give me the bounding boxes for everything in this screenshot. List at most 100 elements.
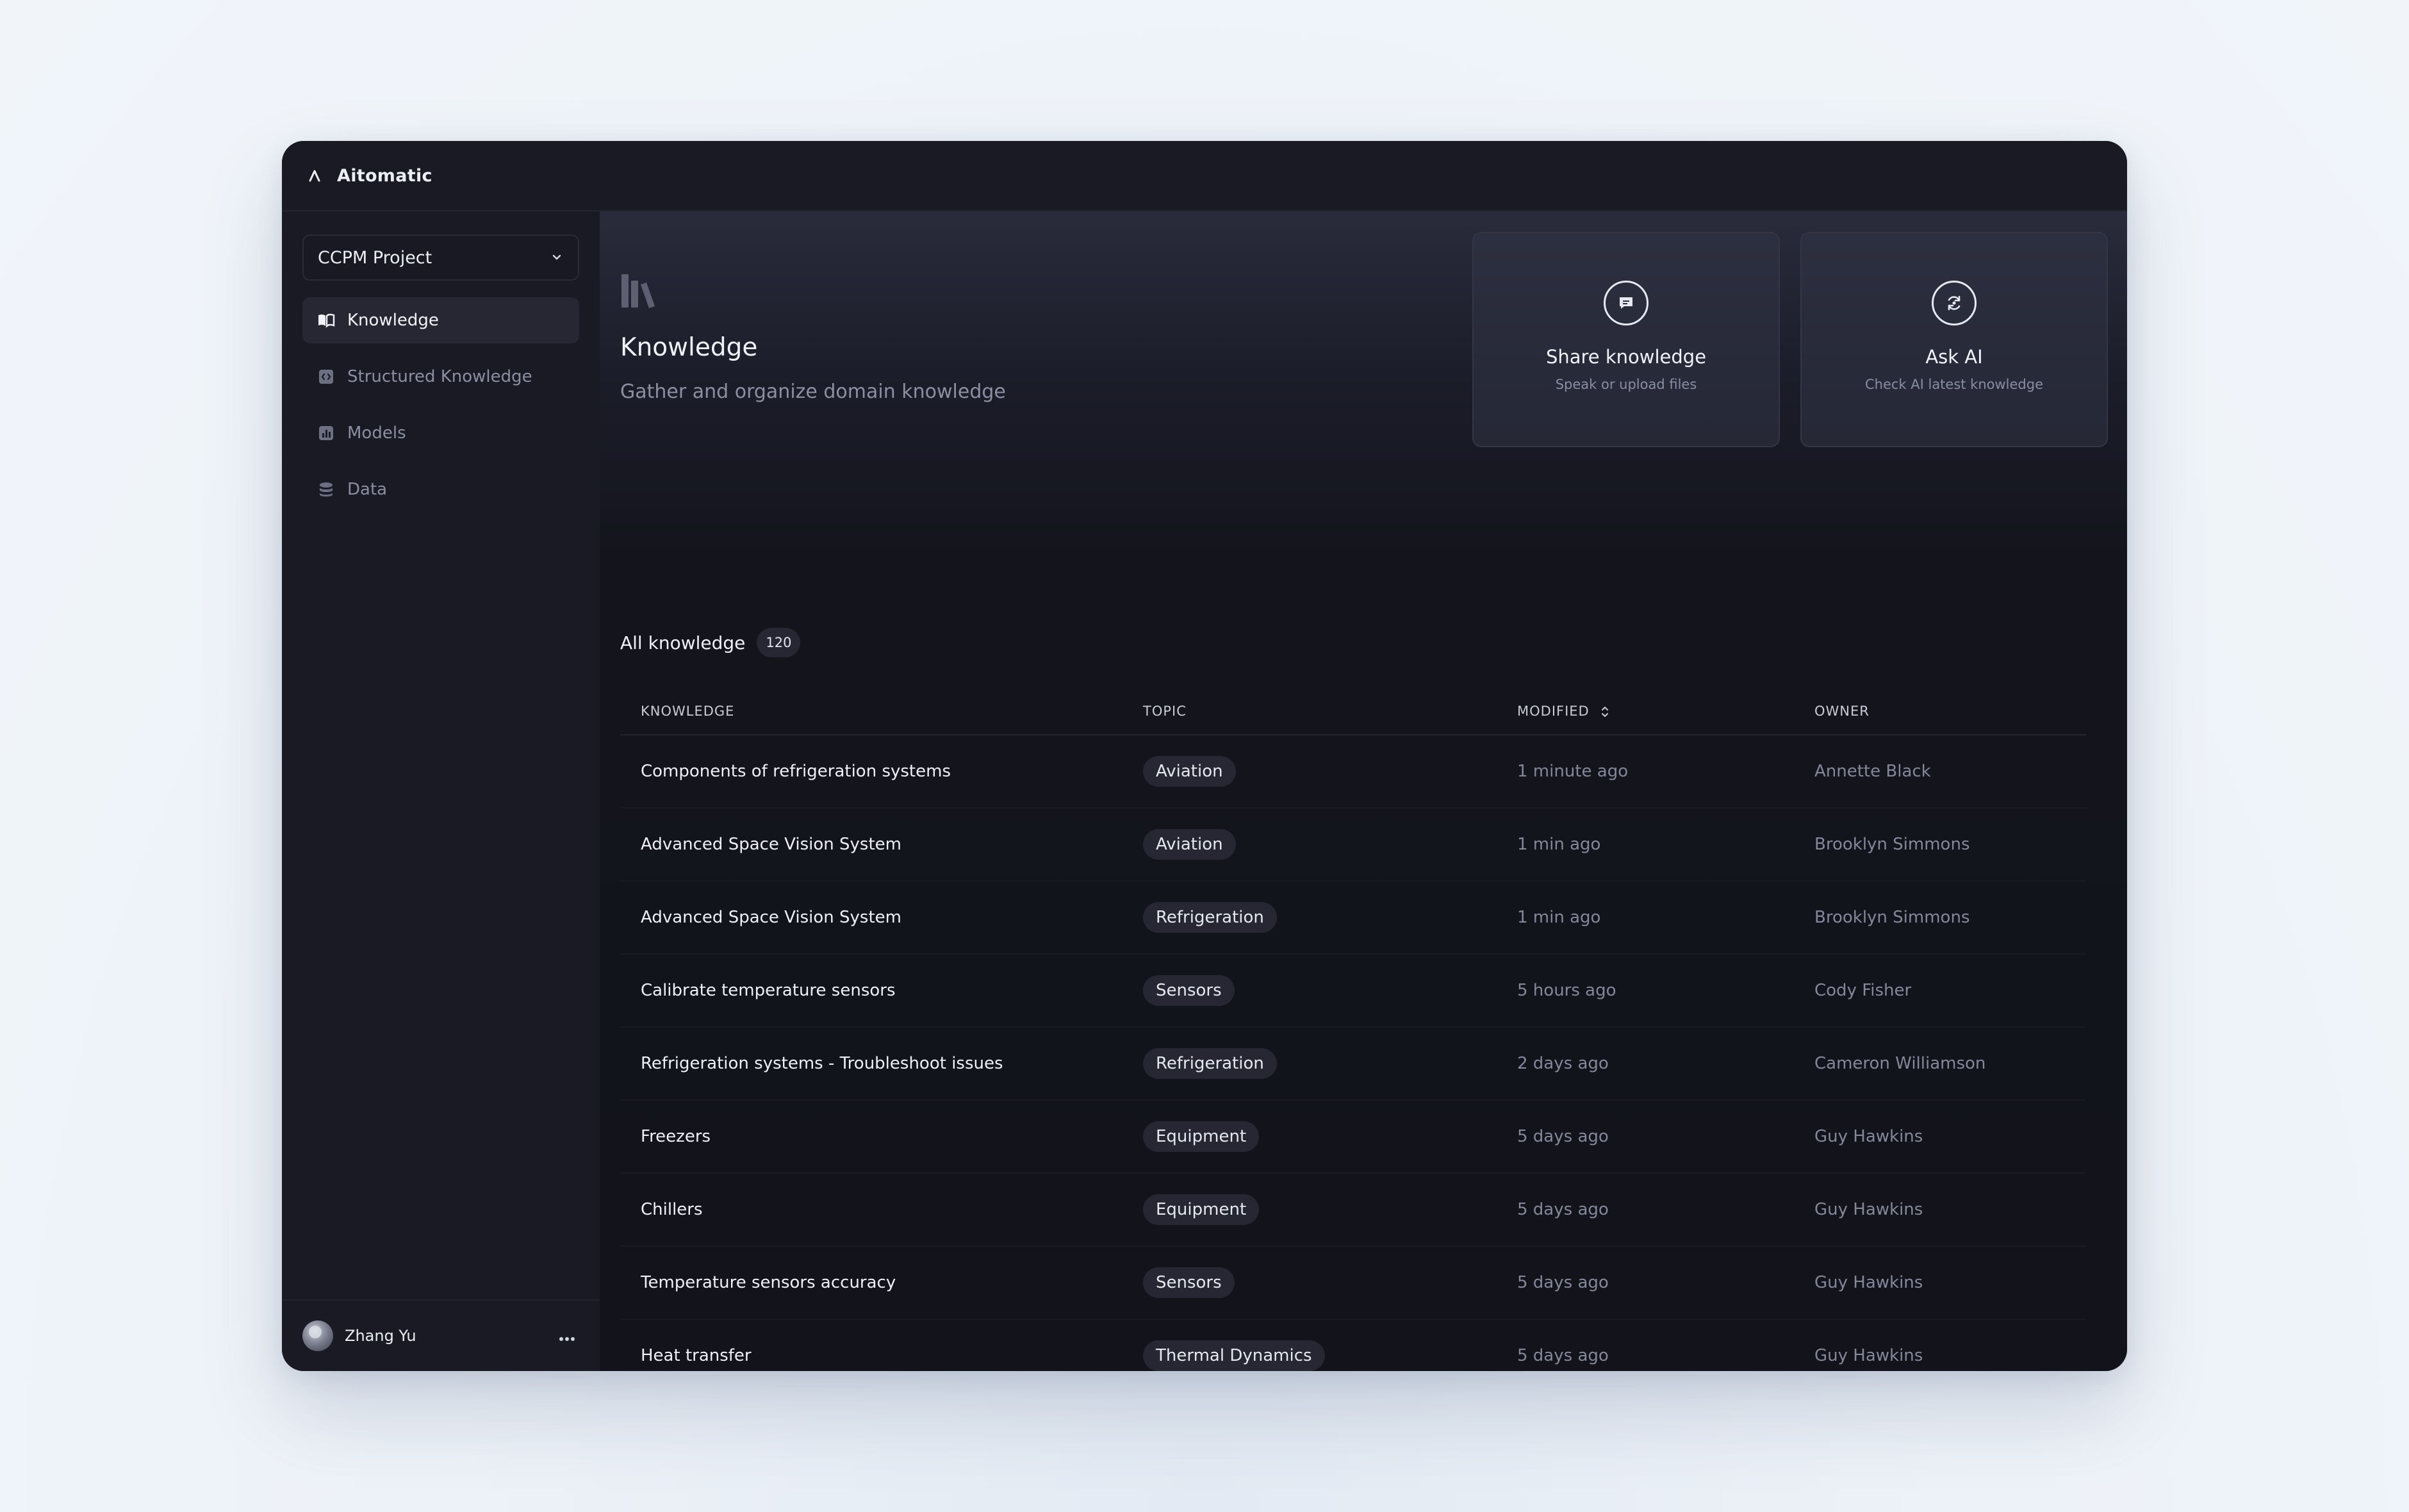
column-header-label: MODIFIED bbox=[1517, 703, 1590, 719]
topic-tag[interactable]: Sensors bbox=[1143, 1267, 1235, 1298]
topic-tag[interactable]: Aviation bbox=[1143, 756, 1236, 787]
modified-cell: 5 days ago bbox=[1517, 1346, 1609, 1365]
table-row[interactable]: Calibrate temperature sensors Sensors 5 ho… bbox=[620, 955, 2086, 1028]
owner-cell: Cameron Williamson bbox=[1814, 1054, 1986, 1073]
sidebar: CCPM Project Knowledge Structured Knowle… bbox=[282, 211, 601, 1371]
main-content: Knowledge Gather and organize domain kno… bbox=[600, 211, 2127, 1371]
owner-cell: Annette Black bbox=[1814, 762, 1931, 781]
app-window: Aitomatic CCPM Project Knowledge Structu… bbox=[282, 141, 2127, 1371]
topic-cell: Aviation bbox=[1143, 756, 1517, 787]
chevron-down-icon bbox=[552, 254, 561, 260]
sidebar-item-label: Data bbox=[347, 480, 388, 499]
page-title: Knowledge bbox=[620, 333, 758, 362]
knowledge-title[interactable]: Advanced Space Vision System bbox=[641, 835, 901, 854]
topic-cell: Refrigeration bbox=[1143, 1048, 1517, 1079]
knowledge-title[interactable]: Components of refrigeration systems bbox=[641, 762, 951, 781]
column-header-topic[interactable]: TOPIC bbox=[1143, 703, 1517, 719]
modified-cell: 5 days ago bbox=[1517, 1127, 1609, 1146]
sort-icon[interactable] bbox=[1600, 705, 1609, 718]
table-row[interactable]: Temperature sensors accuracy Sensors 5 day… bbox=[620, 1247, 2086, 1320]
card-subtitle: Check AI latest knowledge bbox=[1864, 377, 2044, 392]
sidebar-item-data[interactable]: Data bbox=[302, 466, 579, 513]
owner-cell: Guy Hawkins bbox=[1814, 1200, 1923, 1219]
user-profile[interactable]: Zhang Yu bbox=[282, 1299, 600, 1371]
knowledge-cell: Advanced Space Vision System bbox=[620, 835, 1143, 854]
owner-cell: Brooklyn Simmons bbox=[1814, 835, 1970, 854]
table-row[interactable]: Components of refrigeration systems Aviat… bbox=[620, 735, 2086, 809]
more-horizontal-icon bbox=[559, 1336, 575, 1341]
knowledge-cell: Advanced Space Vision System bbox=[620, 908, 1143, 927]
card-title: Ask AI bbox=[1925, 346, 1983, 368]
section-header: All knowledge 120 bbox=[620, 628, 801, 657]
knowledge-cell: Calibrate temperature sensors bbox=[620, 981, 1143, 1000]
table-row[interactable]: Chillers Equipment 5 days ago Guy Hawkins bbox=[620, 1174, 2086, 1247]
sidebar-item-structured-knowledge[interactable]: Structured Knowledge bbox=[302, 354, 579, 400]
column-header-knowledge[interactable]: KNOWLEDGE bbox=[620, 703, 1143, 719]
knowledge-cell: Components of refrigeration systems bbox=[620, 762, 1143, 781]
topic-tag[interactable]: Refrigeration bbox=[1143, 902, 1277, 933]
count-badge: 120 bbox=[757, 628, 801, 657]
sidebar-nav: Knowledge Structured Knowledge Models Da… bbox=[302, 297, 579, 523]
more-options-button[interactable] bbox=[555, 1325, 579, 1347]
table-row[interactable]: Refrigeration systems - Troubleshoot iss… bbox=[620, 1028, 2086, 1101]
topic-cell: Sensors bbox=[1143, 975, 1517, 1006]
refresh-icon bbox=[1932, 281, 1977, 325]
column-header-owner[interactable]: OWNER bbox=[1814, 703, 2086, 719]
table-body: Components of refrigeration systems Aviat… bbox=[620, 735, 2086, 1371]
knowledge-title[interactable]: Advanced Space Vision System bbox=[641, 908, 901, 927]
card-subtitle: Speak or upload files bbox=[1555, 377, 1697, 392]
modified-cell: 1 min ago bbox=[1517, 908, 1601, 927]
table-row[interactable]: Advanced Space Vision System Aviation 1 mi… bbox=[620, 809, 2086, 882]
sidebar-item-models[interactable]: Models bbox=[302, 410, 579, 456]
code-box-icon bbox=[317, 367, 336, 386]
knowledge-cell: Refrigeration systems - Troubleshoot iss… bbox=[620, 1054, 1143, 1073]
knowledge-title[interactable]: Freezers bbox=[641, 1127, 711, 1146]
knowledge-title[interactable]: Refrigeration systems - Troubleshoot iss… bbox=[641, 1054, 1003, 1073]
modified-cell: 1 min ago bbox=[1517, 835, 1601, 854]
table-row[interactable]: Freezers Equipment 5 days ago Guy Hawkins bbox=[620, 1101, 2086, 1174]
topic-cell: Equipment bbox=[1143, 1194, 1517, 1225]
topic-tag[interactable]: Aviation bbox=[1143, 829, 1236, 860]
sidebar-item-label: Knowledge bbox=[347, 311, 439, 330]
book-open-icon bbox=[317, 311, 336, 330]
topic-cell: Aviation bbox=[1143, 829, 1517, 860]
bar-chart-icon bbox=[317, 423, 336, 443]
knowledge-title[interactable]: Temperature sensors accuracy bbox=[641, 1273, 896, 1292]
topic-tag[interactable]: Equipment bbox=[1143, 1121, 1260, 1152]
app-title: Aitomatic bbox=[337, 165, 432, 186]
owner-cell: Cody Fisher bbox=[1814, 981, 1912, 1000]
sidebar-item-knowledge[interactable]: Knowledge bbox=[302, 297, 579, 343]
knowledge-cell: Temperature sensors accuracy bbox=[620, 1273, 1143, 1292]
card-title: Share knowledge bbox=[1545, 346, 1707, 368]
topic-tag[interactable]: Thermal Dynamics bbox=[1143, 1340, 1325, 1371]
share-knowledge-card[interactable]: Share knowledge Speak or upload files bbox=[1472, 232, 1780, 447]
modified-cell: 1 minute ago bbox=[1517, 762, 1629, 781]
topic-tag[interactable]: Sensors bbox=[1143, 975, 1235, 1006]
owner-cell: Brooklyn Simmons bbox=[1814, 908, 1970, 927]
topic-cell: Sensors bbox=[1143, 1267, 1517, 1298]
sidebar-item-label: Structured Knowledge bbox=[347, 367, 532, 386]
project-select[interactable]: CCPM Project bbox=[302, 234, 579, 281]
section-title: All knowledge bbox=[620, 632, 746, 653]
topic-tag[interactable]: Refrigeration bbox=[1143, 1048, 1277, 1079]
modified-cell: 2 days ago bbox=[1517, 1054, 1609, 1073]
knowledge-title[interactable]: Chillers bbox=[641, 1200, 703, 1219]
page-subtitle: Gather and organize domain knowledge bbox=[620, 381, 1006, 403]
owner-cell: Guy Hawkins bbox=[1814, 1273, 1923, 1292]
topic-cell: Equipment bbox=[1143, 1121, 1517, 1152]
knowledge-title[interactable]: Calibrate temperature sensors bbox=[641, 981, 896, 1000]
table-row[interactable]: Advanced Space Vision System Refrigeratio… bbox=[620, 882, 2086, 955]
owner-cell: Guy Hawkins bbox=[1814, 1346, 1923, 1365]
table-row[interactable]: Heat transfer Thermal Dynamics 5 days ago G… bbox=[620, 1320, 2086, 1371]
topic-tag[interactable]: Equipment bbox=[1143, 1194, 1260, 1225]
topic-cell: Refrigeration bbox=[1143, 902, 1517, 933]
modified-cell: 5 days ago bbox=[1517, 1200, 1609, 1219]
knowledge-title[interactable]: Heat transfer bbox=[641, 1346, 752, 1365]
column-header-modified[interactable]: MODIFIED bbox=[1517, 703, 1814, 719]
project-select-value: CCPM Project bbox=[318, 247, 432, 268]
owner-cell: Guy Hawkins bbox=[1814, 1127, 1923, 1146]
knowledge-cell: Heat transfer bbox=[620, 1346, 1143, 1365]
ask-ai-card[interactable]: Ask AI Check AI latest knowledge bbox=[1800, 232, 2108, 447]
sidebar-item-label: Models bbox=[347, 423, 406, 443]
table-header: KNOWLEDGE TOPIC MODIFIED OWNER bbox=[620, 688, 2086, 735]
